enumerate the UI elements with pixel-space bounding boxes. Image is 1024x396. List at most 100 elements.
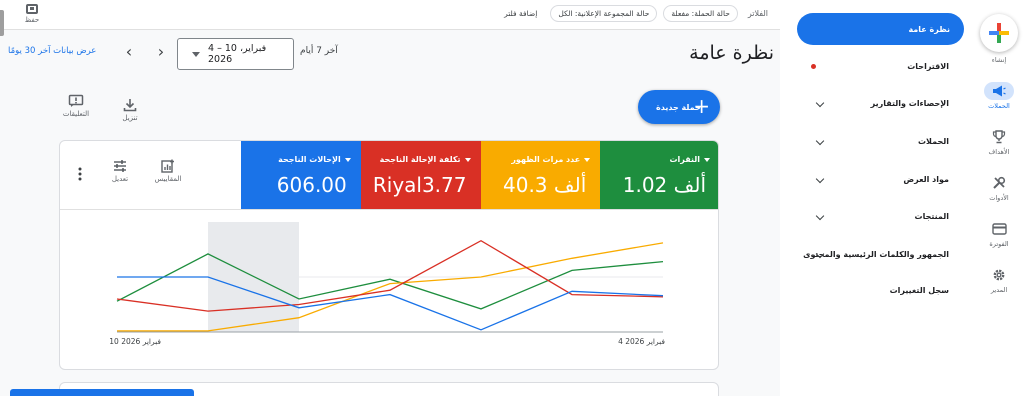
chevron-down-icon: [815, 174, 825, 184]
chevron-down-icon: [815, 211, 825, 221]
plus-icon: +: [693, 94, 710, 118]
filter-chips: الفلاتر حالة الحملة: مفعلة حالة المجموعة…: [497, 4, 772, 22]
dropdown-icon: [584, 157, 591, 162]
x-tick-label: 10 فبراير 2026: [109, 337, 161, 346]
series-line-2: [116, 239, 664, 312]
metric-tile-clicks[interactable]: النقرات 1.02 ألف: [600, 141, 718, 209]
tune-icon: [114, 160, 126, 172]
rail-label: المدير: [990, 286, 1008, 294]
previous-period-button[interactable]: ‹: [120, 44, 138, 62]
create-label: إنشاء: [991, 56, 1007, 64]
save-icon: [26, 4, 38, 14]
chart-tools: تعديل المقاييس: [60, 141, 240, 209]
notification-dot: [811, 64, 816, 69]
trophy-icon: [992, 130, 1006, 144]
sidebar-item[interactable]: الجمهور والكلمات الرئيسية والمحتوى: [797, 245, 967, 265]
metric-value: 606.00: [276, 173, 347, 197]
adjust-label: تعديل: [111, 175, 129, 183]
chevron-down-icon: [815, 136, 825, 146]
rail-label: الحملات: [988, 102, 1010, 110]
new-campaign-button[interactable]: حملة جديدة +: [638, 90, 720, 124]
dropdown-icon: [464, 157, 471, 162]
line-chart-svg: 4 فبراير 2026 10 فبراير 2026: [109, 222, 665, 346]
metrics-label: المقاييس: [154, 175, 182, 183]
compare-period-link[interactable]: عرض بيانات آخر 30 يومًا: [8, 46, 96, 56]
gear-icon: [993, 269, 1005, 281]
series-line-0: [116, 253, 664, 310]
metric-tile-impressions[interactable]: عدد مرات الظهور 40.3 ألف: [480, 141, 601, 209]
rail-item-admin[interactable]: المدير: [976, 266, 1022, 294]
series-line-3: [117, 276, 664, 331]
metric-tile-cost-per-conversion[interactable]: تكلفة الإحالة الناجحة Riyal3.77: [360, 141, 481, 209]
create-button[interactable]: [980, 14, 1018, 52]
save-button[interactable]: حفظ: [18, 4, 46, 24]
sidebar-item[interactable]: الحملات: [797, 132, 967, 152]
chevron-down-icon: [192, 51, 200, 57]
metric-value: 1.02 ألف: [622, 173, 706, 197]
filter-chip-campaign-status[interactable]: حالة الحملة: مفعلة: [663, 4, 738, 22]
metric-value: Riyal3.77: [372, 173, 467, 197]
metric-value: 40.3 ألف: [503, 173, 587, 197]
chevron-down-icon: [815, 98, 825, 108]
feedback-icon: [68, 94, 84, 107]
sidebar-item-label: مواد العرض: [903, 175, 949, 184]
date-range-picker[interactable]: 4 – 10 فبراير، 2026: [177, 38, 294, 70]
filter-bar: حفظ الفلاتر حالة الحملة: مفعلة حالة المج…: [0, 0, 780, 30]
plus-multicolor-icon: [989, 23, 1009, 43]
sidebar-item[interactable]: سجل التغييرات: [797, 281, 967, 301]
insights-label: التعليقات: [62, 110, 90, 118]
next-period-button[interactable]: ›: [152, 44, 170, 62]
nav-rail: إنشاء الحملات الأهداف الأدوات الفوترة ال…: [976, 0, 1024, 396]
more-options-button[interactable]: [70, 167, 90, 183]
rail-item-tools[interactable]: الأدوات: [976, 174, 1022, 202]
page-header: نظرة عامة آخر 7 أيام 4 – 10 فبراير، 2026…: [0, 30, 780, 80]
series-line-1: [117, 242, 664, 332]
metric-label: الإحالات الناجحة: [278, 155, 341, 164]
metrics-button[interactable]: المقاييس: [148, 159, 188, 183]
billing-icon: [991, 223, 1007, 235]
sidebar-item-label: المنتجات: [914, 212, 949, 221]
sidebar-item-label: الإحصاءات والتقارير: [870, 99, 949, 108]
sidebar-item-label: سجل التغييرات: [889, 286, 949, 295]
filter-label: الفلاتر: [747, 8, 768, 18]
metric-tile-conversions[interactable]: الإحالات الناجحة 606.00: [241, 141, 361, 209]
x-tick-label: 4 فبراير 2026: [618, 337, 665, 346]
download-icon: [123, 99, 137, 112]
sidebar: نظرة عامة الاقتراحات الإحصاءات والتقارير ا…: [780, 0, 1024, 396]
sidebar-item-label: الجمهور والكلمات الرئيسية والمحتوى: [803, 250, 949, 259]
dropdown-icon: [344, 157, 351, 162]
metric-tiles: الإحالات الناجحة 606.00 تكلفة الإحالة ال…: [241, 141, 718, 209]
rail-label: الأدوات: [989, 194, 1009, 202]
campaigns-icon: [993, 85, 1006, 97]
performance-card: تعديل المقاييس الإحالات الناجحة 606.00 ت…: [59, 140, 719, 370]
sidebar-item-overview[interactable]: نظرة عامة: [797, 13, 964, 45]
download-label: تنزيل: [122, 114, 138, 122]
filter-chip-adgroup-status[interactable]: حالة المجموعة الإعلانية: الكل: [550, 4, 658, 22]
performance-chart: 4 فبراير 2026 10 فبراير 2026: [60, 209, 718, 369]
rail-item-goals[interactable]: الأهداف: [976, 128, 1022, 156]
tools-icon: [993, 176, 1006, 189]
download-button[interactable]: تنزيل: [110, 98, 150, 122]
rail-item-campaigns[interactable]: الحملات: [976, 82, 1022, 110]
date-range-value: 4 – 10 فبراير، 2026: [208, 43, 267, 65]
sidebar-item-label: الحملات: [918, 137, 949, 146]
add-filter-button[interactable]: إضافة فلتر: [497, 5, 545, 21]
rail-item-billing[interactable]: الفوترة: [976, 220, 1022, 248]
page-title: نظرة عامة: [689, 42, 774, 64]
rail-label: الأهداف: [988, 148, 1010, 156]
insights-button[interactable]: التعليقات: [56, 94, 96, 118]
save-label: حفظ: [24, 16, 40, 24]
sidebar-item[interactable]: الإحصاءات والتقارير: [797, 94, 967, 114]
sidebar-item-label: الاقتراحات: [907, 62, 949, 71]
metric-label: النقرات: [669, 155, 700, 164]
sidebar-item[interactable]: المنتجات: [797, 207, 967, 227]
sidebar-item[interactable]: مواد العرض: [797, 170, 967, 190]
bottom-blue-bar: [10, 389, 194, 396]
adjust-button[interactable]: تعديل: [100, 159, 140, 183]
date-range-label: آخر 7 أيام: [300, 46, 338, 56]
metric-label: عدد مرات الظهور: [511, 155, 581, 164]
dropdown-icon: [704, 157, 710, 162]
add-chart-icon: [161, 159, 174, 173]
more-vert-icon: [78, 167, 82, 181]
sidebar-item[interactable]: الاقتراحات: [797, 57, 967, 77]
